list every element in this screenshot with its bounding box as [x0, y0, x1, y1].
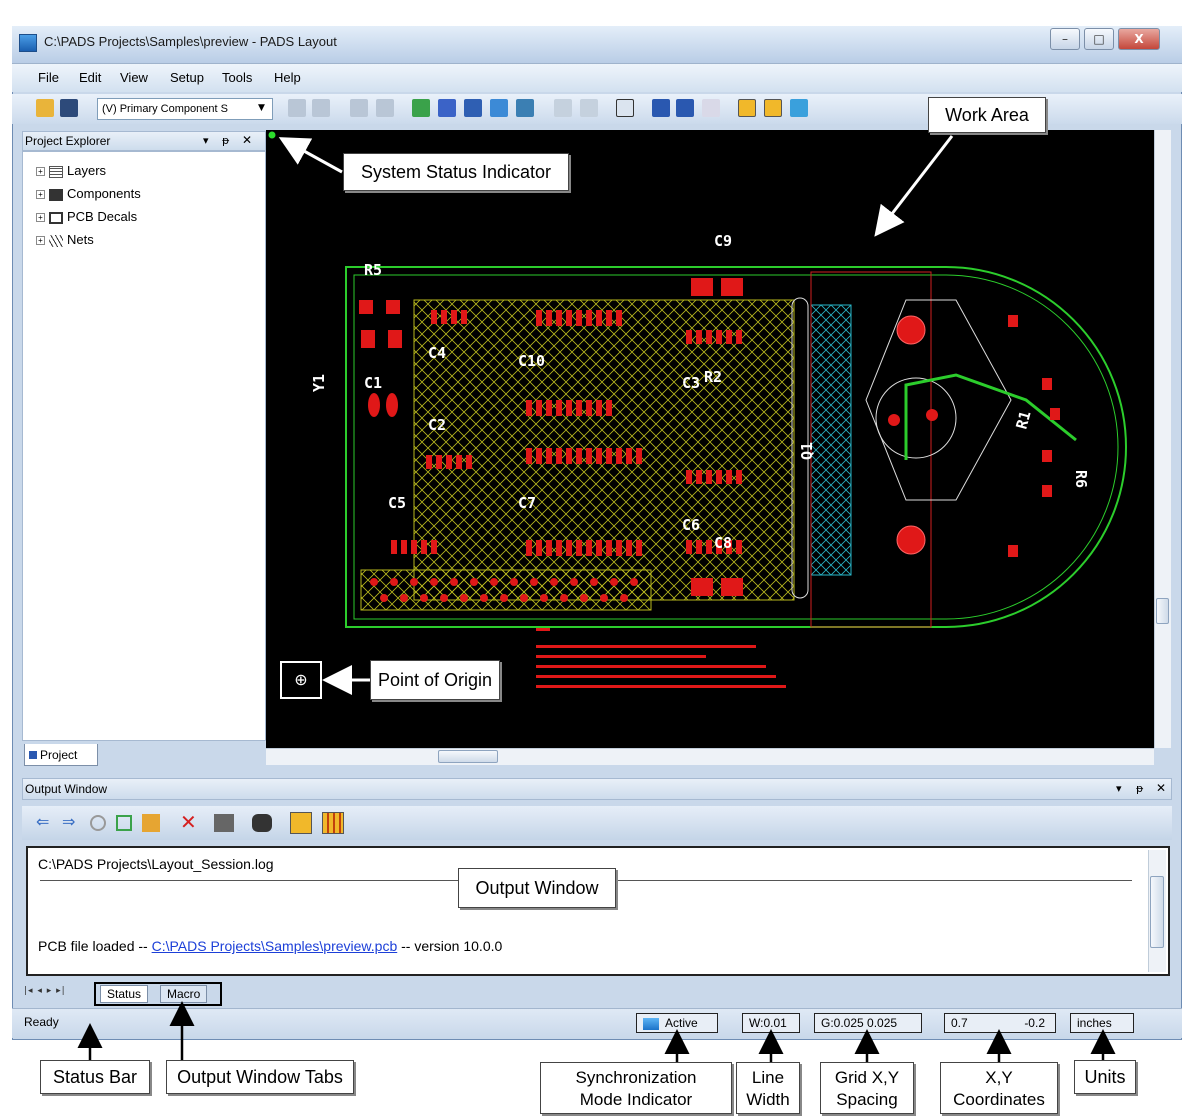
callout-line-width-line2: Width — [746, 1090, 790, 1109]
callout-line-width: Line Width — [736, 1062, 800, 1114]
arrow-work-area — [874, 135, 954, 237]
callout-grid: Grid X,Y Spacing — [820, 1062, 914, 1114]
callout-sync-line1: Synchronization — [575, 1068, 697, 1087]
callout-xy-line1: X,Y — [985, 1068, 1013, 1087]
callout-xy-line2: Coordinates — [953, 1090, 1045, 1109]
callout-system-status: System Status Indicator — [343, 153, 569, 191]
callout-output-tabs: Output Window Tabs — [166, 1060, 354, 1094]
callout-grid-line2: Spacing — [836, 1090, 898, 1109]
callout-sync-mode: Synchronization Mode Indicator — [540, 1062, 732, 1114]
callout-line-width-line1: Line — [751, 1068, 785, 1087]
callout-sync-line2: Mode Indicator — [579, 1090, 693, 1109]
arrow-system-status — [278, 137, 343, 174]
callout-xy: X,Y Coordinates — [940, 1062, 1058, 1114]
callout-work-area: Work Area — [928, 97, 1046, 133]
callout-point-of-origin: Point of Origin — [370, 660, 500, 700]
callout-status-bar: Status Bar — [40, 1060, 150, 1094]
callout-output-window: Output Window — [458, 868, 616, 908]
screenshot-root: C:\PADS Projects\Samples\preview - PADS … — [0, 0, 1191, 1117]
callout-arrows — [77, 135, 1116, 1062]
callout-units: Units — [1074, 1060, 1136, 1094]
callout-grid-line1: Grid X,Y — [834, 1068, 900, 1087]
